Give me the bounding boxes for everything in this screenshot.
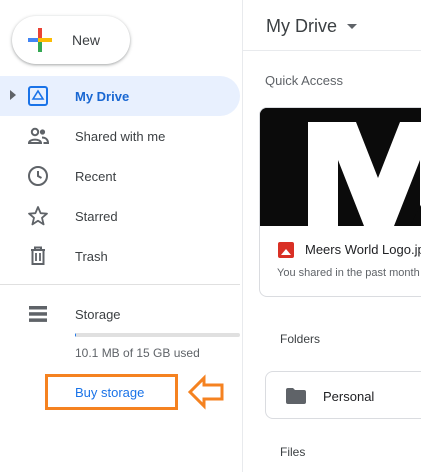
sidebar-item-storage[interactable]: Storage <box>0 294 240 334</box>
sidebar-divider <box>0 284 240 285</box>
sidebar: New My Drive Shared with me Recent Starr… <box>0 0 242 472</box>
drive-icon <box>28 86 48 106</box>
sidebar-item-label: My Drive <box>75 89 130 104</box>
quick-access-card[interactable]: Meers World Logo.jpg You shared in the p… <box>259 107 421 297</box>
folder-name: Personal <box>323 389 375 404</box>
sidebar-item-trash[interactable]: Trash <box>0 236 240 276</box>
trash-icon <box>31 246 45 265</box>
storage-usage-text: 10.1 MB of 15 GB used <box>75 346 200 360</box>
buy-storage-link[interactable]: Buy storage <box>75 385 144 400</box>
storage-usage-fill <box>75 333 76 337</box>
image-file-icon <box>278 242 294 258</box>
files-section-label: Files <box>280 445 306 459</box>
new-button[interactable]: New <box>12 16 130 64</box>
new-button-label: New <box>72 32 101 48</box>
quick-access-label: Quick Access <box>265 73 344 88</box>
sidebar-item-label: Starred <box>75 209 118 224</box>
sidebar-item-label: Shared with me <box>75 129 166 144</box>
sidebar-item-recent[interactable]: Recent <box>0 156 240 196</box>
sidebar-item-my-drive[interactable]: My Drive <box>0 76 240 116</box>
left-arrow-icon <box>187 374 224 410</box>
plus-icon <box>28 28 52 52</box>
sidebar-item-shared-with-me[interactable]: Shared with me <box>0 116 240 156</box>
file-name: Meers World Logo.jpg <box>305 242 421 257</box>
folder-item-personal[interactable]: Personal <box>265 371 421 419</box>
sidebar-item-label: Storage <box>75 307 121 322</box>
folder-icon <box>286 388 306 404</box>
expand-caret-icon[interactable] <box>10 90 16 100</box>
folders-section-label: Folders <box>280 332 321 346</box>
sidebar-item-starred[interactable]: Starred <box>0 196 240 236</box>
sidebar-item-label: Trash <box>75 249 108 264</box>
chevron-down-icon[interactable] <box>347 24 357 29</box>
file-activity: You shared in the past month <box>277 267 420 279</box>
storage-icon <box>29 306 47 322</box>
storage-usage-bar <box>75 333 240 337</box>
file-thumbnail <box>260 108 421 226</box>
sidebar-item-label: Recent <box>75 169 117 184</box>
clock-icon <box>28 166 48 186</box>
star-icon <box>28 206 48 226</box>
people-icon <box>27 127 50 144</box>
main-content: My Drive Quick Access Meers World Logo.j… <box>242 0 421 472</box>
page-title[interactable]: My Drive <box>266 16 337 37</box>
header-divider <box>243 50 421 51</box>
